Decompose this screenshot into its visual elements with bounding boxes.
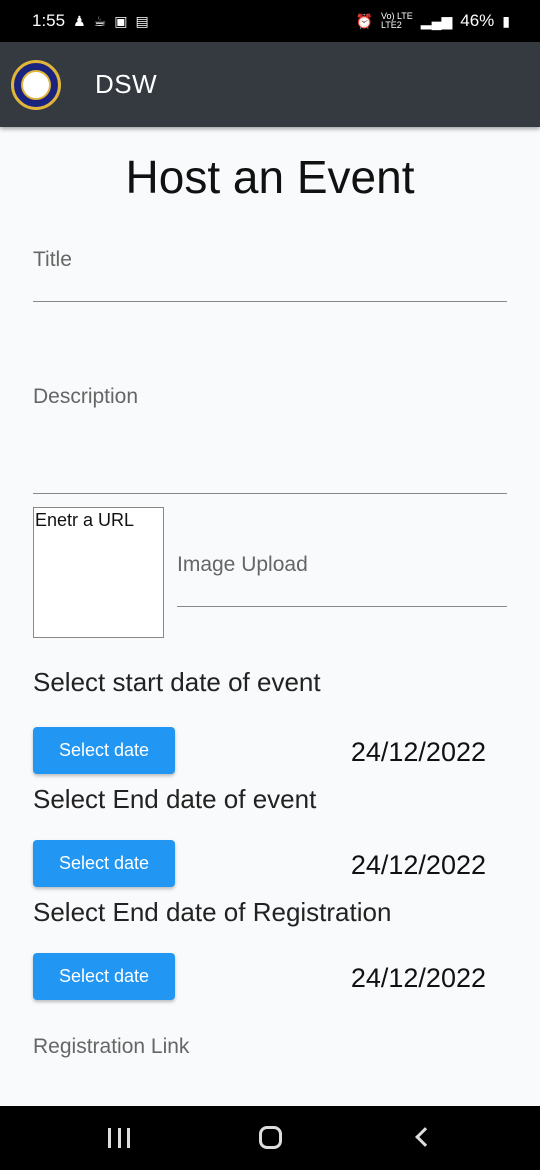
- status-right: ⏰ Vo) LTE LTE2 ▂▄▆ 46% ▮: [356, 11, 511, 31]
- registration-end-date-button[interactable]: Select date: [33, 953, 175, 1000]
- title-input[interactable]: [33, 301, 507, 302]
- registration-link-label[interactable]: Registration Link: [33, 1035, 189, 1059]
- signal-icon: ▂▄▆: [420, 13, 453, 29]
- gallery-icon: ▤: [135, 13, 149, 29]
- description-input[interactable]: [33, 493, 507, 494]
- alarm-icon: ⏰: [355, 13, 373, 29]
- app-bar: DSW: [0, 42, 540, 127]
- end-date-value: 24/12/2022: [350, 850, 486, 880]
- registration-end-date-label: Select End date of Registration: [33, 897, 392, 927]
- start-date-value: 24/12/2022: [350, 737, 486, 767]
- title-field-label: Title: [33, 248, 72, 271]
- start-date-label: Select start date of event: [33, 667, 321, 697]
- battery-percent: 46%: [460, 11, 495, 30]
- end-date-button[interactable]: Select date: [33, 840, 175, 887]
- gallery-icon: ▣: [114, 13, 128, 29]
- page-title: Host an Event: [125, 151, 415, 203]
- status-time: 1:55: [32, 11, 66, 30]
- app-title: DSW: [95, 69, 158, 99]
- notification-icon: ♟: [73, 13, 86, 29]
- battery-icon: ▮: [502, 13, 510, 29]
- image-upload-input[interactable]: [177, 606, 507, 607]
- home-icon[interactable]: [259, 1126, 282, 1149]
- notification-icon: ☕: [93, 13, 107, 29]
- end-date-label: Select End date of event: [33, 784, 317, 814]
- image-upload-label: Image Upload: [177, 553, 308, 576]
- network-label: Vo) LTE LTE2: [380, 11, 413, 30]
- description-field-label: Description: [33, 385, 139, 408]
- start-date-button[interactable]: Select date: [33, 727, 175, 774]
- status-bar: 1:55 ♟ ☕ ▣ ▤ ⏰ Vo) LTE LTE2 ▂▄▆ 46% ▮: [0, 0, 540, 42]
- image-url-placeholder: Enetr a URL: [35, 510, 135, 530]
- system-nav-bar: [0, 1106, 540, 1170]
- status-left: 1:55 ♟ ☕ ▣ ▤: [32, 11, 149, 31]
- logo-center: [21, 69, 51, 100]
- registration-end-date-value: 24/12/2022: [350, 963, 486, 993]
- back-icon[interactable]: [415, 1127, 435, 1147]
- image-url-input[interactable]: Enetr a URL: [33, 507, 164, 638]
- recent-apps-icon[interactable]: [108, 1128, 130, 1148]
- university-seal-icon: [11, 59, 61, 110]
